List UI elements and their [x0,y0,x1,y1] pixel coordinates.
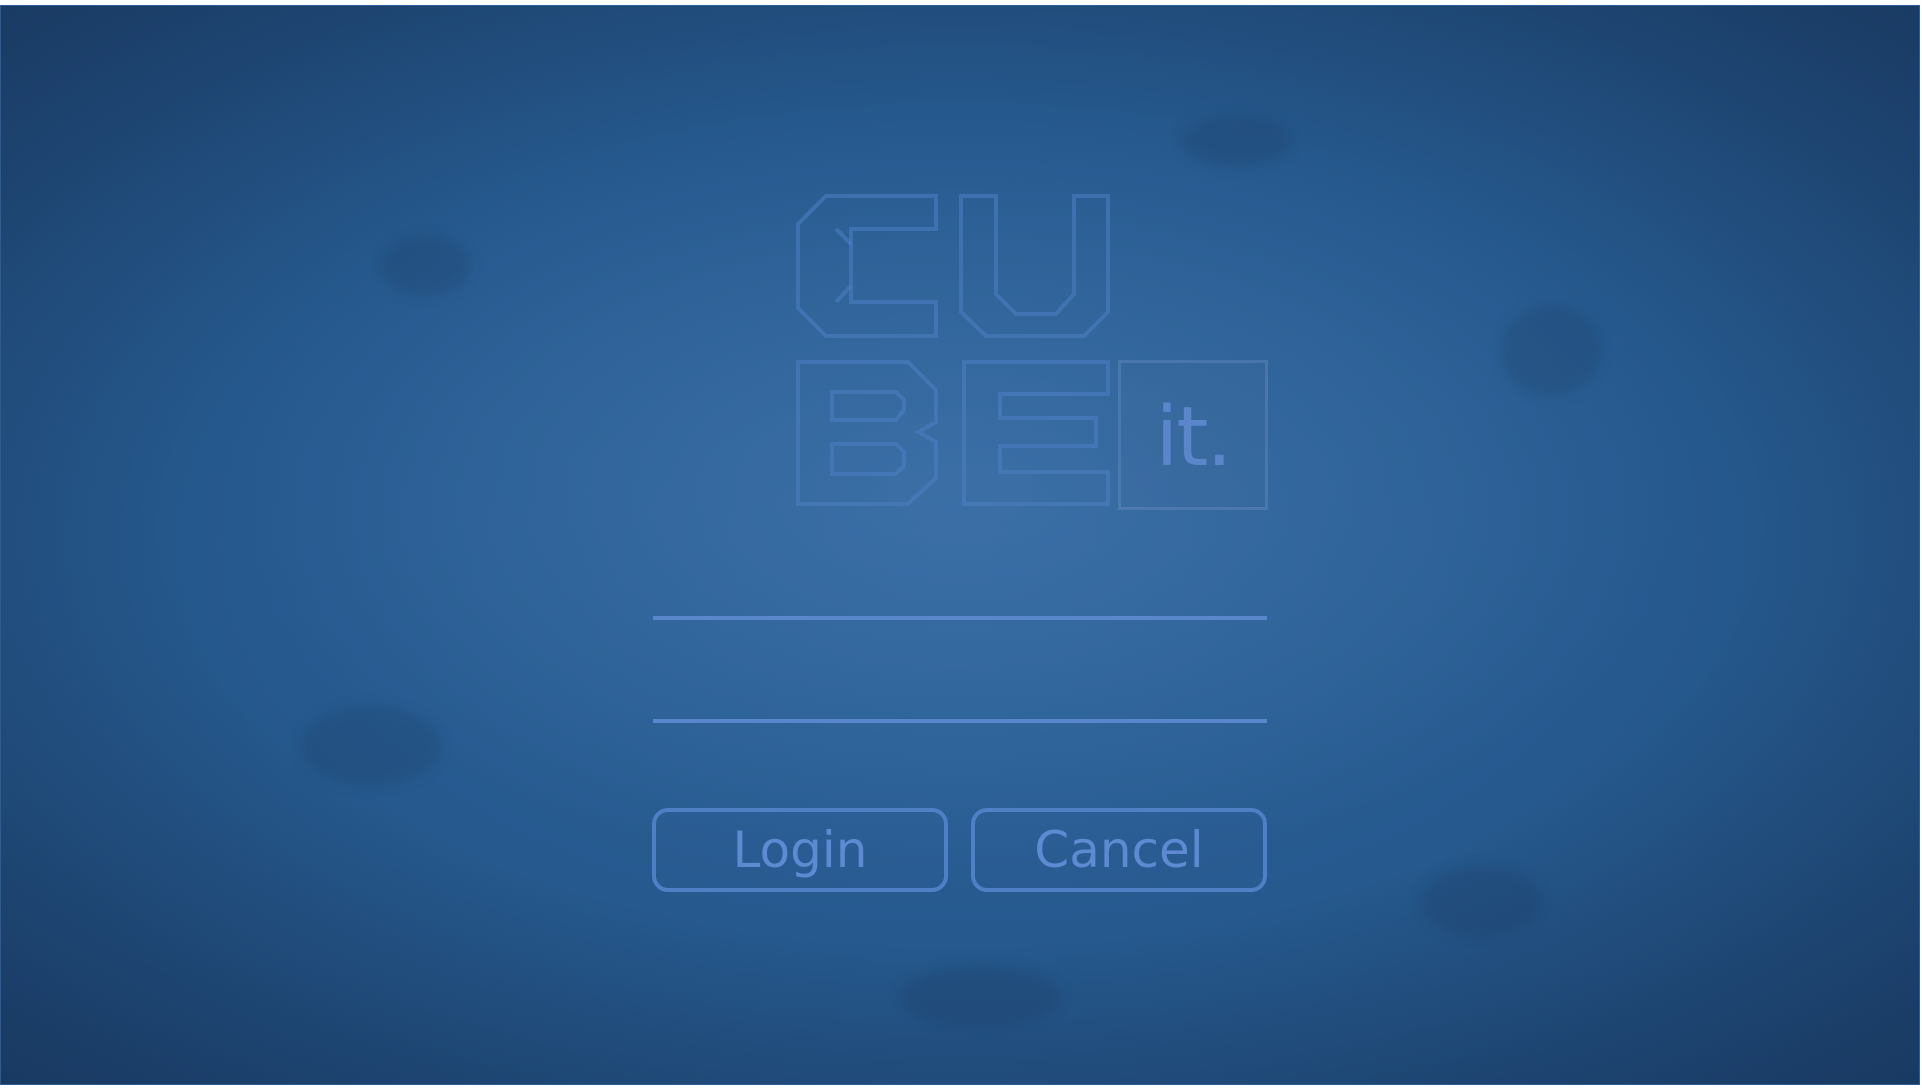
cancel-button[interactable]: Cancel [971,808,1267,892]
logo-letter-b [796,360,938,506]
logo-tag: it. [1118,360,1268,510]
logo-letter-c [796,194,938,338]
logo-letter-e [962,360,1110,506]
vignette [1,6,1919,1084]
password-input[interactable] [653,663,1267,723]
username-input[interactable] [653,560,1267,620]
login-button[interactable]: Login [652,808,948,892]
login-screen: it. Login Cancel [0,5,1920,1085]
logo-letter-u [959,194,1110,338]
